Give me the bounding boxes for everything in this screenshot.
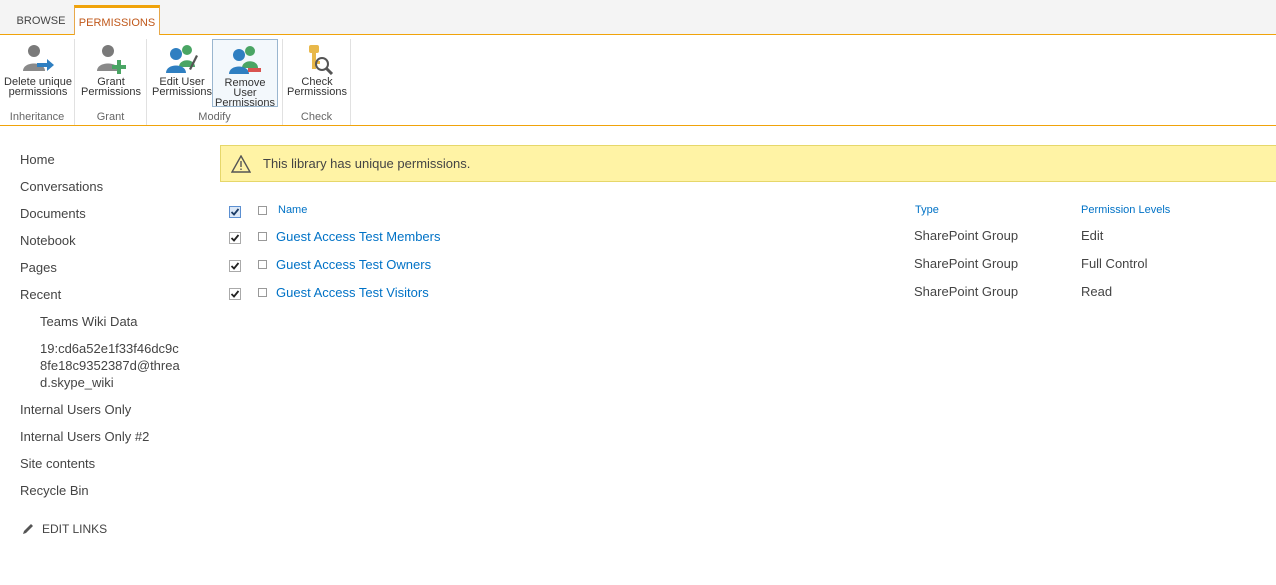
check-permissions-icon: [309, 45, 334, 75]
permission-level: Full Control: [1081, 256, 1148, 271]
nav-item-pages[interactable]: Pages: [20, 259, 57, 276]
group-name-link[interactable]: Guest Access Test Members: [276, 229, 441, 244]
nav-item-recycle-bin[interactable]: Recycle Bin: [20, 482, 89, 499]
ribbon-group-label-check: Check: [300, 111, 333, 123]
edit-user-permissions-label: Edit User Permissions: [152, 76, 212, 98]
row-select-checkbox[interactable]: [229, 287, 241, 300]
checkbox-checked-icon: [229, 206, 241, 218]
edit-user-permissions-button[interactable]: Edit User Permissions: [151, 39, 213, 107]
nav-item-internal-users-only[interactable]: Internal Users Only: [20, 401, 131, 418]
remove-user-permissions-label: Remove User Permissions: [215, 77, 275, 109]
delete-unique-permissions-button[interactable]: Delete unique permissions: [4, 39, 72, 107]
ribbon-group-grant: Grant Permissions Grant: [75, 39, 147, 125]
ribbon-tab-bar: BROWSE PERMISSIONS: [0, 0, 1276, 35]
nav-item-site-contents[interactable]: Site contents: [20, 455, 95, 472]
nav-item-conversations[interactable]: Conversations: [20, 178, 103, 195]
group-type: SharePoint Group: [914, 256, 1019, 271]
nav-item-teams-wiki-data[interactable]: Teams Wiki Data: [40, 313, 138, 330]
group-name-link[interactable]: Guest Access Test Owners: [276, 257, 431, 272]
nav-item-recent[interactable]: Recent: [20, 286, 61, 303]
row-item-checkbox[interactable]: [258, 288, 267, 297]
group-type: SharePoint Group: [914, 228, 1019, 243]
tab-browse[interactable]: BROWSE: [8, 8, 74, 34]
ribbon-group-label-modify: Modify: [198, 111, 231, 123]
column-header-name[interactable]: Name: [278, 204, 307, 216]
tab-permissions[interactable]: PERMISSIONS: [74, 5, 160, 35]
grant-permissions-icon: [97, 45, 126, 74]
edit-links-label: EDIT LINKS: [42, 522, 108, 536]
row-select-checkbox[interactable]: [229, 259, 241, 272]
group-name-link[interactable]: Guest Access Test Visitors: [276, 285, 429, 300]
nav-item-documents[interactable]: Documents: [20, 205, 86, 222]
nav-item-thread-wiki[interactable]: 19:cd6a52e1f33f46dc9c8fe18c9352387d@thre…: [40, 340, 180, 391]
permission-level: Edit: [1081, 228, 1104, 243]
nav-item-internal-users-only-2[interactable]: Internal Users Only #2: [20, 428, 149, 445]
nav-item-home[interactable]: Home: [20, 151, 55, 168]
ribbon: Delete unique permissions Inheritance Gr…: [0, 35, 1276, 126]
ribbon-group-label-inheritance: Inheritance: [9, 111, 65, 123]
checkbox-checked-icon: [229, 232, 241, 244]
unique-permissions-warning: This library has unique permissions.: [220, 145, 1276, 182]
row-item-checkbox[interactable]: [258, 260, 267, 269]
remove-user-permissions-button[interactable]: Remove User Permissions: [212, 39, 278, 109]
edit-user-permissions-icon: [166, 45, 198, 73]
column-header-permission-levels[interactable]: Permission Levels: [1081, 204, 1170, 216]
permission-level: Read: [1081, 284, 1113, 299]
warning-text: This library has unique permissions.: [263, 156, 471, 171]
nav-item-notebook[interactable]: Notebook: [20, 232, 76, 249]
delete-unique-permissions-label: Delete unique permissions: [4, 76, 72, 98]
row-select-checkbox[interactable]: [229, 231, 241, 244]
grant-permissions-button[interactable]: Grant Permissions: [79, 39, 143, 107]
row-item-checkbox[interactable]: [258, 232, 267, 241]
group-type: SharePoint Group: [914, 284, 1019, 299]
delete-permissions-icon: [23, 45, 54, 71]
ribbon-group-modify: Edit User Permissions Remove User Permis…: [147, 39, 283, 125]
ribbon-group-label-grant: Grant: [96, 111, 125, 123]
header-row-checkbox[interactable]: [258, 206, 267, 215]
pencil-icon: [23, 524, 33, 534]
checkbox-checked-icon: [229, 288, 241, 300]
select-all-checkbox[interactable]: [229, 205, 241, 218]
ribbon-group-check: Check Permissions Check: [283, 39, 351, 125]
ribbon-group-inheritance: Delete unique permissions Inheritance: [0, 39, 75, 125]
grant-permissions-label: Grant Permissions: [81, 76, 141, 98]
check-permissions-label: Check Permissions: [287, 76, 347, 98]
column-header-type[interactable]: Type: [915, 204, 939, 216]
checkbox-checked-icon: [229, 260, 241, 272]
check-permissions-button[interactable]: Check Permissions: [286, 39, 348, 107]
remove-user-permissions-icon: [229, 46, 261, 74]
warning-icon: [231, 154, 251, 173]
edit-links-button[interactable]: EDIT LINKS: [22, 522, 107, 536]
